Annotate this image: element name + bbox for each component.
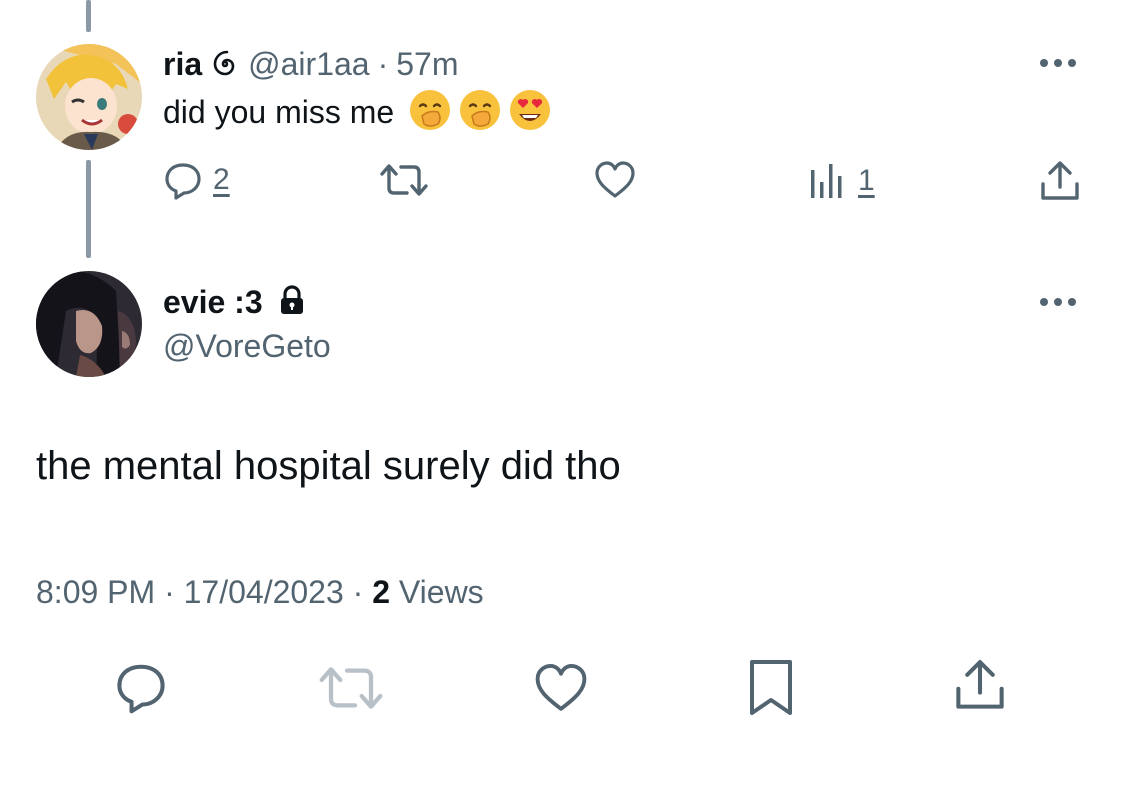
main-share-button[interactable]: [952, 658, 1008, 712]
retweet-icon: [380, 164, 428, 196]
reply-text-row: did you miss me: [163, 88, 552, 137]
views-count: 1: [858, 164, 875, 197]
reply-display-name[interactable]: ria: [163, 46, 202, 83]
main-like-button[interactable]: [532, 662, 590, 714]
reply-text: did you miss me: [163, 93, 395, 130]
reply-timestamp[interactable]: 57m: [396, 46, 458, 83]
reply-count: 2: [213, 163, 230, 196]
main-tweet-text: the mental hospital surely did tho: [36, 444, 621, 488]
tweet-time[interactable]: 8:09 PM: [36, 574, 155, 610]
main-retweet-button: [316, 664, 386, 712]
like-button[interactable]: [593, 160, 637, 200]
views-number[interactable]: 2: [372, 574, 390, 610]
main-header-name: evie :3: [163, 282, 305, 322]
retweet-button[interactable]: [378, 162, 430, 198]
tweet-meta: 8:09 PM · 17/04/2023 · 2 Views: [36, 574, 484, 611]
reply-button[interactable]: 2: [163, 160, 230, 200]
avatar-evie[interactable]: [36, 271, 142, 377]
views-button[interactable]: 1: [808, 162, 875, 200]
lock-icon: [279, 284, 305, 320]
meta-separator: ·: [164, 574, 175, 610]
meta-separator: ·: [352, 574, 364, 610]
avatar-ria[interactable]: [36, 44, 142, 150]
main-display-name[interactable]: evie :3: [163, 284, 263, 321]
retweet-icon: [319, 667, 383, 709]
share-icon: [956, 660, 1004, 709]
comment-icon: [165, 163, 201, 200]
heart-icon: [595, 161, 635, 198]
reply-separator: ·: [377, 45, 389, 82]
heart-icon: [535, 663, 587, 711]
share-button[interactable]: [1038, 160, 1082, 202]
main-handle[interactable]: @VoreGeto: [163, 328, 331, 365]
views-label[interactable]: Views: [399, 574, 484, 610]
more-options-icon[interactable]: [1040, 298, 1076, 306]
hand-over-mouth-emoji: [408, 88, 452, 137]
spiral-icon: [210, 49, 240, 79]
heart-eyes-emoji: [508, 88, 552, 137]
bookmark-button[interactable]: [747, 658, 795, 718]
bookmark-icon: [750, 660, 792, 715]
comment-icon: [117, 664, 165, 714]
main-reply-button[interactable]: [112, 660, 170, 714]
analytics-icon: [811, 164, 842, 198]
share-icon: [1041, 161, 1079, 200]
reply-header: ria @air1aa · 57m: [163, 44, 458, 84]
thread-line-top: [86, 0, 91, 32]
reply-handle[interactable]: @air1aa: [248, 46, 369, 83]
tweet-date[interactable]: 17/04/2023: [184, 574, 344, 610]
hand-over-mouth-emoji: [458, 88, 502, 137]
more-options-icon[interactable]: [1040, 59, 1076, 67]
thread-line-middle: [86, 160, 91, 258]
